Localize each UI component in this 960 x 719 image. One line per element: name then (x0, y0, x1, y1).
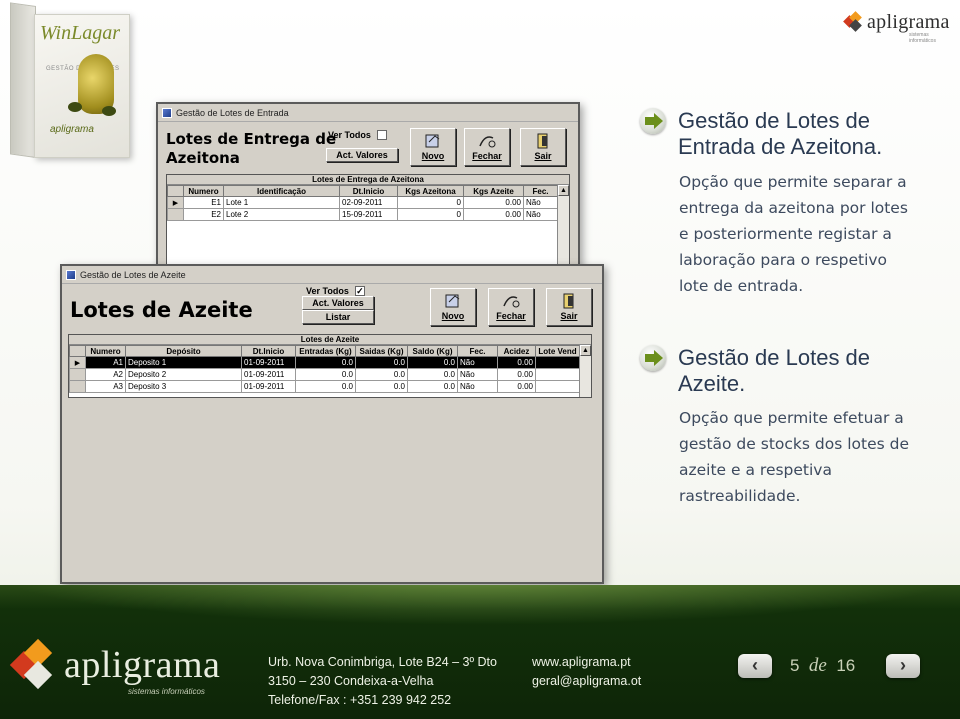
column-header[interactable]: Entradas (Kg) (295, 345, 356, 357)
app-icon (66, 269, 76, 280)
page-indicator: 5 de 16 (790, 655, 856, 676)
chevron-right-icon: › (900, 655, 906, 675)
slide: WinLagar GESTÃO DE LAGARES apligrama apl… (0, 0, 960, 719)
olive-oil-bottle-icon (78, 54, 114, 114)
footer-contacts: www.apligrama.pt geral@apligrama.ot (532, 653, 641, 691)
column-header[interactable]: Fec. (523, 185, 558, 197)
grid-caption: Lotes de Azeite (69, 335, 591, 345)
table-row[interactable]: A2 Deposito 2 01-09-2011 0.0 0.0 0.0 Não 0.00 (69, 368, 580, 381)
bullet-lotes-entrada: Gestão de Lotes de Entrada de Azeitona. (640, 108, 882, 160)
column-header[interactable]: Identificação (223, 185, 340, 197)
column-header[interactable]: Saldo (Kg) (407, 345, 458, 357)
row-selector-icon: ▶ (69, 356, 86, 369)
novo-button[interactable]: Novo (410, 128, 456, 166)
product-brand: WinLagar (40, 22, 121, 44)
email-link[interactable]: geral@apligrama.ot (532, 672, 641, 691)
vertical-scrollbar[interactable]: ▲ (557, 185, 569, 269)
fechar-button[interactable]: Fechar (464, 128, 510, 166)
vertical-scrollbar[interactable]: ▲ (579, 345, 591, 397)
lotes-entrada-window: Gestão de Lotes de Entrada Lotes de Entr… (156, 102, 580, 272)
column-header[interactable]: Dt.Inicio (241, 345, 296, 357)
arrow-right-icon (640, 108, 666, 134)
table-row[interactable]: A3 Deposito 3 01-09-2011 0.0 0.0 0.0 Não 0.00 (69, 380, 580, 393)
diamond-logo-icon (9, 638, 58, 690)
new-icon (443, 292, 463, 309)
ver-todos-checkbox[interactable]: Ver Todos ✓ (306, 286, 365, 296)
window-titlebar[interactable]: Gestão de Lotes de Azeite (62, 266, 602, 284)
ver-todos-checkbox[interactable]: Ver Todos (328, 130, 387, 140)
sair-button[interactable]: Sair (520, 128, 566, 166)
current-page: 5 (790, 656, 800, 675)
grid-caption: Lotes de Entrega de Azeitona (167, 175, 569, 185)
column-header[interactable]: Saidas (Kg) (355, 345, 408, 357)
website-link[interactable]: www.apligrama.pt (532, 653, 641, 672)
page-title: Lotes de Azeite (70, 298, 253, 322)
footer-address: Urb. Nova Conimbriga, Lote B24 – 3º Dto … (268, 655, 497, 707)
scroll-up-icon[interactable]: ▲ (580, 345, 591, 356)
next-page-button[interactable]: › (886, 654, 920, 678)
check-icon[interactable]: ✓ (354, 286, 365, 296)
arrow-right-icon (640, 345, 666, 371)
bullet-heading: Entrada de Azeitona. (678, 134, 883, 159)
apligrama-logo: apligrama sistemas informáticos (843, 8, 950, 44)
listar-button[interactable]: Listar (302, 310, 374, 324)
column-header[interactable]: Kgs Azeite (463, 185, 524, 197)
window-titlebar[interactable]: Gestão de Lotes de Entrada (158, 104, 578, 122)
lotes-azeite-grid: Lotes de Azeite Numero Depósito Dt.Inicio E… (68, 334, 592, 398)
bullet-heading: Gestão de Lotes de (678, 108, 871, 133)
column-header[interactable]: Kgs Azeitona (397, 185, 464, 197)
act-valores-button[interactable]: Act. Valores (302, 296, 374, 310)
exit-icon (533, 132, 553, 149)
column-header[interactable]: Numero (85, 345, 126, 357)
bullet-lotes-azeite: Gestão de Lotes de Azeite. (640, 345, 870, 397)
close-icon (477, 132, 497, 149)
close-icon (501, 292, 521, 309)
column-header[interactable]: Depósito (125, 345, 242, 357)
table-row-selected[interactable]: ▶ A1 Deposito 1 01-09-2011 0.0 0.0 0.0 Não 0.00 (69, 356, 580, 369)
product-box-image: WinLagar GESTÃO DE LAGARES apligrama (10, 2, 130, 164)
diamond-logo-icon (843, 11, 863, 32)
table-row[interactable]: E2 Lote 2 15-09-2011 0 0.00 Não (167, 208, 558, 221)
column-header[interactable]: Dt.Inicio (339, 185, 398, 197)
bullet-description: Opção que permite efetuar a gestão de st… (679, 409, 909, 505)
exit-icon (559, 292, 579, 309)
lotes-azeite-window: Gestão de Lotes de Azeite Lotes de Azeit… (60, 264, 604, 584)
bullet-heading: Gestão de Lotes de (678, 345, 871, 370)
table-row[interactable]: ▶ E1 Lote 1 02-09-2011 0 0.00 Não (167, 196, 558, 209)
new-icon (423, 132, 443, 149)
row-selector-icon: ▶ (167, 196, 184, 209)
column-header[interactable]: Acidez (497, 345, 536, 357)
act-valores-button[interactable]: Act. Valores (326, 148, 398, 162)
page-title: Lotes de Entrega de Azeitona (166, 130, 337, 167)
column-header[interactable]: Numero (183, 185, 224, 197)
novo-button[interactable]: Novo (430, 288, 476, 326)
previous-page-button[interactable]: ‹ (738, 654, 772, 678)
product-box-logo: apligrama (50, 124, 94, 135)
chevron-left-icon: ‹ (752, 655, 758, 675)
bullet-description: Opção que permite separar a entrega da a… (679, 173, 908, 295)
lotes-entrada-grid: Lotes de Entrega de Azeitona Numero Ident… (166, 174, 570, 270)
footer: apligrama sistemas informáticos Urb. Nov… (0, 585, 960, 719)
fechar-button[interactable]: Fechar (488, 288, 534, 326)
total-pages: 16 (836, 656, 856, 675)
footer-logo: apligrama sistemas informáticos (9, 638, 220, 696)
app-icon (162, 107, 172, 118)
column-header[interactable]: Lote Vend (535, 345, 580, 357)
column-header[interactable]: Fec. (457, 345, 498, 357)
sair-button[interactable]: Sair (546, 288, 592, 326)
bullet-heading: Azeite. (678, 371, 746, 396)
scroll-up-icon[interactable]: ▲ (558, 185, 569, 196)
